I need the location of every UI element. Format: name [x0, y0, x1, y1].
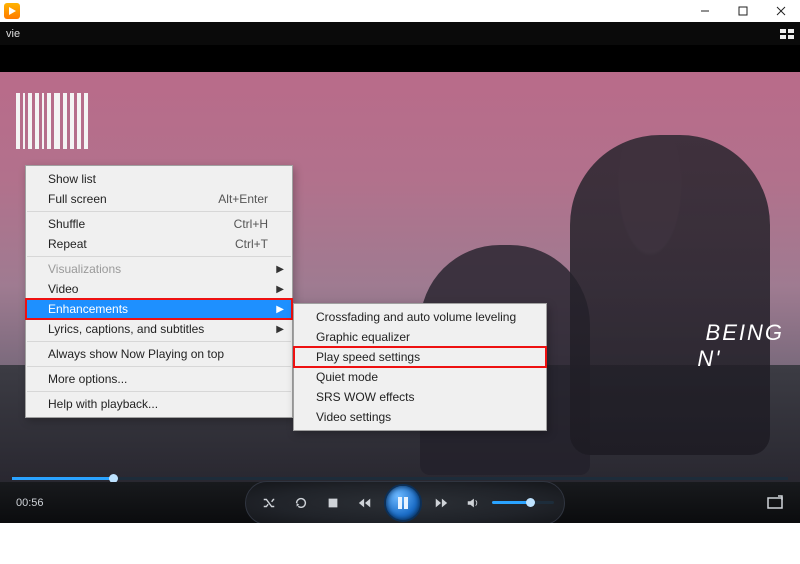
video-overlay-barcode	[16, 93, 88, 149]
menu-item-label: Help with playback...	[48, 397, 268, 411]
submenu-item-label: Quiet mode	[316, 370, 522, 384]
submenu-item[interactable]: Play speed settings	[294, 347, 546, 367]
now-playing-tab[interactable]: vie	[6, 28, 20, 40]
menu-item[interactable]: Lyrics, captions, and subtitles ▶	[26, 319, 292, 339]
fullscreen-button[interactable]	[766, 494, 784, 512]
submenu-item-label: Play speed settings	[316, 350, 522, 364]
player-controls: 00:56	[0, 482, 800, 523]
menu-item-label: Repeat	[48, 237, 211, 251]
menu-item[interactable]: More options...	[26, 369, 292, 389]
menu-item-accelerator: Ctrl+H	[234, 217, 268, 231]
menu-item-label: Video	[48, 282, 268, 296]
submenu-item[interactable]: Crossfading and auto volume leveling	[294, 307, 546, 327]
submenu-item[interactable]: Quiet mode	[294, 367, 546, 387]
elapsed-time: 00:56	[16, 497, 44, 509]
submenu-item[interactable]: SRS WOW effects	[294, 387, 546, 407]
next-button[interactable]	[428, 490, 454, 516]
menu-item-label: Always show Now Playing on top	[48, 347, 268, 361]
now-playing-header: vie	[0, 22, 800, 45]
letterbox-top	[0, 45, 800, 72]
submenu-arrow-icon: ▶	[276, 284, 284, 295]
menu-item-accelerator: Ctrl+T	[235, 237, 268, 251]
context-menu: Show list Full screen Alt+Enter Shuffle Ctrl…	[25, 165, 293, 418]
submenu-item-label: SRS WOW effects	[316, 390, 522, 404]
play-pause-button[interactable]	[384, 484, 422, 522]
stop-button[interactable]	[320, 490, 346, 516]
submenu-item-label: Graphic equalizer	[316, 330, 522, 344]
mute-button[interactable]	[460, 490, 486, 516]
submenu-item-label: Crossfading and auto volume leveling	[316, 310, 522, 324]
volume-slider[interactable]	[492, 501, 554, 504]
menu-item[interactable]: Always show Now Playing on top	[26, 344, 292, 364]
menu-item-label: Show list	[48, 172, 268, 186]
menu-item[interactable]: Shuffle Ctrl+H	[26, 214, 292, 234]
menu-item-label: Lyrics, captions, and subtitles	[48, 322, 268, 336]
video-overlay-lyric: BEING N'	[697, 320, 784, 372]
previous-button[interactable]	[352, 490, 378, 516]
repeat-button[interactable]	[288, 490, 314, 516]
menu-item: Visualizations ▶	[26, 259, 292, 279]
enhancements-submenu: Crossfading and auto volume leveling Grap…	[293, 303, 547, 431]
video-frame-figure	[570, 135, 770, 455]
video-area[interactable]: BEING N' Show listFull screenAlt+EnterSh…	[0, 45, 800, 523]
submenu-item[interactable]: Video settings	[294, 407, 546, 427]
menu-item-label: Full screen	[48, 192, 194, 206]
menu-item[interactable]: Enhancements ▶	[26, 299, 292, 319]
close-button[interactable]	[762, 0, 800, 22]
submenu-arrow-icon: ▶	[276, 304, 284, 315]
menu-item[interactable]: Repeat Ctrl+T	[26, 234, 292, 254]
menu-item[interactable]: Show list	[26, 169, 292, 189]
app-icon	[4, 3, 20, 19]
maximize-button[interactable]	[724, 0, 762, 22]
menu-item-label: Shuffle	[48, 217, 210, 231]
switch-to-library-icon[interactable]	[780, 29, 794, 39]
submenu-arrow-icon: ▶	[276, 324, 284, 335]
transport-cluster	[245, 481, 565, 524]
menu-item-accelerator: Alt+Enter	[218, 192, 268, 206]
shuffle-button[interactable]	[256, 490, 282, 516]
minimize-button[interactable]	[686, 0, 724, 22]
window-titlebar	[0, 0, 800, 22]
menu-item-label: Visualizations	[48, 262, 268, 276]
menu-item[interactable]: Video ▶	[26, 279, 292, 299]
menu-item[interactable]: Full screen Alt+Enter	[26, 189, 292, 209]
submenu-item-label: Video settings	[316, 410, 522, 424]
menu-item-label: More options...	[48, 372, 268, 386]
menu-item[interactable]: Help with playback...	[26, 394, 292, 414]
menu-item-label: Enhancements	[48, 302, 268, 316]
submenu-item[interactable]: Graphic equalizer	[294, 327, 546, 347]
submenu-arrow-icon: ▶	[276, 264, 284, 275]
